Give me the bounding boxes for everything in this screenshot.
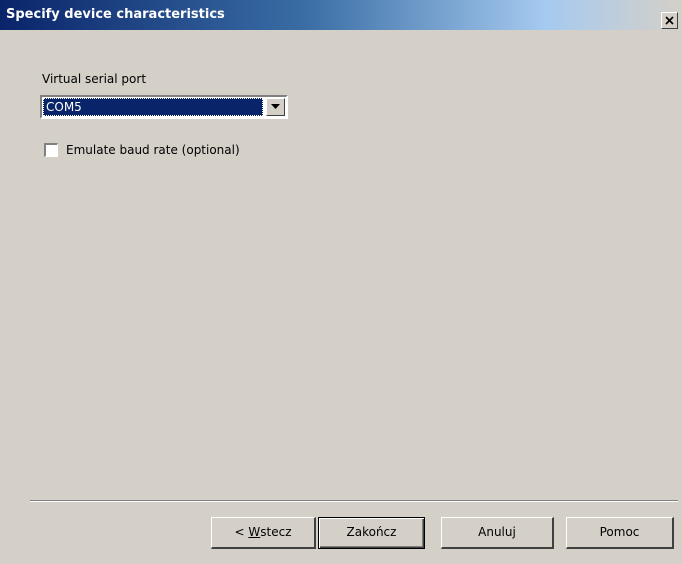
dropdown-button[interactable] (266, 98, 285, 116)
close-button[interactable] (661, 12, 678, 29)
back-button-mnemonic: W (248, 525, 261, 539)
title-bar[interactable]: Specify device characteristics (0, 0, 682, 30)
chevron-down-icon (271, 104, 280, 109)
finish-button[interactable]: Zakończ (318, 517, 425, 549)
emulate-baud-rate-checkbox[interactable] (44, 143, 58, 157)
back-button-rest: stecz (260, 525, 292, 539)
virtual-serial-port-label: Virtual serial port (42, 72, 147, 86)
dialog-window: Specify device characteristics Virtual s… (0, 0, 682, 564)
cancel-button[interactable]: Anuluj (441, 517, 554, 549)
window-title: Specify device characteristics (6, 7, 225, 22)
help-button[interactable]: Pomoc (566, 517, 674, 549)
back-button[interactable]: < Wstecz (211, 517, 316, 549)
separator-line (30, 500, 678, 502)
virtual-serial-port-select[interactable]: COM5 (40, 95, 288, 119)
emulate-baud-rate-label[interactable]: Emulate baud rate (optional) (66, 143, 240, 157)
back-button-prefix: < (234, 525, 249, 539)
close-icon (665, 16, 674, 25)
selected-port-value: COM5 (43, 98, 263, 116)
